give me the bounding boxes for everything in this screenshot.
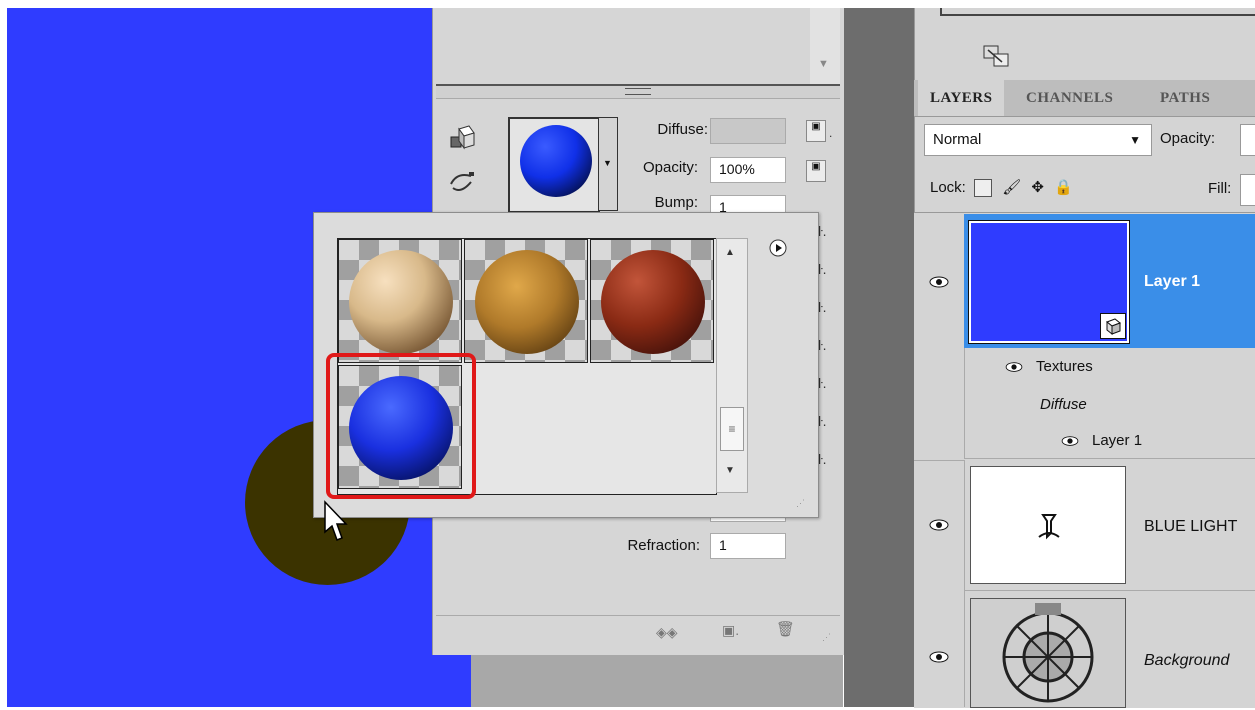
wood-bark-sphere	[475, 250, 579, 354]
scroll-thumb[interactable]: ≡	[720, 407, 744, 451]
collapse-panel-icon[interactable]	[980, 42, 1014, 72]
resize-grip-icon[interactable]	[625, 88, 651, 95]
material-preset-wood-bark[interactable]	[464, 239, 588, 363]
lock-label: Lock:	[930, 179, 966, 196]
diffuse-color-swatch[interactable]	[710, 118, 786, 144]
3d-layer-badge-icon	[1100, 313, 1126, 339]
new-material-icon[interactable]: ▣.	[722, 622, 739, 639]
picker-menu-button[interactable]	[768, 238, 792, 262]
canvas-pasteboard	[471, 655, 843, 707]
tab-channels[interactable]: CHANNELS	[1014, 80, 1125, 116]
layer-visibility-cell	[914, 460, 965, 591]
lock-controls: Lock: 🖌 ✥ 🔒	[930, 178, 1073, 198]
beige-marble-sphere	[349, 250, 453, 354]
fill-label: Fill:	[1208, 180, 1232, 197]
lock-position-move-icon[interactable]: ✥	[1031, 179, 1044, 196]
fill-field[interactable]	[1240, 174, 1255, 206]
refraction-label: Refraction:	[627, 537, 700, 554]
background-thumbnail[interactable]	[970, 598, 1126, 708]
eye-icon[interactable]	[928, 274, 950, 290]
background-layer-name[interactable]: Background	[1144, 652, 1229, 670]
panel-gutter	[844, 8, 914, 707]
picker-resize-grip-icon[interactable]: ⋰	[796, 498, 805, 509]
layer-opacity-field[interactable]	[1240, 124, 1255, 156]
eye-icon[interactable]	[928, 517, 950, 533]
textures-eye-icon[interactable]	[1004, 360, 1024, 374]
texture-layer-eye-icon[interactable]	[1060, 434, 1080, 448]
opacity-texture-icon[interactable]: ▣	[806, 160, 826, 182]
scroll-down-arrow-icon[interactable]: ▼	[818, 58, 829, 70]
navigator-preview	[940, 8, 1255, 16]
eye-icon[interactable]	[928, 649, 950, 665]
material-drop-tool-icon[interactable]	[446, 122, 478, 154]
tree-divider	[964, 348, 965, 458]
panel-scrollbar[interactable]	[810, 8, 840, 84]
diffuse-texture-label[interactable]: Diffuse	[1040, 396, 1087, 413]
opacity-field[interactable]: 100%	[710, 157, 786, 183]
toggle-visibility-icon[interactable]: ◈◈	[656, 624, 678, 641]
bump-label: Bump:	[654, 194, 698, 211]
tab-paths[interactable]: PATHS	[1148, 80, 1222, 116]
material-preset-beige-marble[interactable]	[338, 239, 462, 363]
layers-tab-bar: LAYERS CHANNELS PATHS	[914, 80, 1255, 117]
lock-pixels-brush-icon[interactable]: 🖌	[1002, 179, 1021, 196]
panel-resize-grip-icon[interactable]: ⋰	[822, 632, 831, 643]
layer-visibility-cell	[914, 591, 965, 707]
lock-transparency-icon[interactable]	[974, 179, 993, 198]
chevron-down-icon: ▼	[1129, 133, 1141, 147]
light-icon	[1038, 514, 1060, 540]
blue-light-thumbnail[interactable]	[970, 466, 1126, 584]
blend-mode-value: Normal	[933, 131, 982, 148]
scroll-down-arrow-icon[interactable]: ▼	[725, 465, 735, 476]
layer-1-name[interactable]: Layer 1	[1144, 273, 1200, 291]
selection-highlight-annotation	[326, 353, 476, 499]
texture-menu-icons[interactable]: ŀ. ŀ. ŀ. ŀ. ŀ. ŀ. ŀ.	[818, 212, 838, 478]
layer-opacity-label: Opacity:	[1160, 130, 1216, 147]
rust-red-sphere	[601, 250, 705, 354]
refraction-field[interactable]: 1	[710, 533, 786, 559]
diffuse-label: Diffuse:	[657, 121, 708, 138]
test-pattern-image	[971, 599, 1125, 707]
material-preset-rust-red[interactable]	[590, 239, 714, 363]
textures-label[interactable]: Textures	[1036, 358, 1093, 375]
material-picker-thumbnail[interactable]	[508, 117, 600, 213]
current-material-sphere	[520, 125, 592, 197]
bump-field[interactable]: 1	[710, 195, 786, 215]
layer-visibility-cell	[914, 214, 965, 348]
tab-layers[interactable]: LAYERS	[918, 80, 1005, 116]
material-select-tool-icon[interactable]	[446, 165, 478, 197]
blue-light-name[interactable]: BLUE LIGHT	[1144, 518, 1237, 536]
diffuse-menu-caret-icon[interactable]: .	[829, 126, 832, 140]
flyout-menu-icon	[769, 239, 787, 257]
mouse-pointer-icon	[323, 500, 349, 547]
scroll-up-arrow-icon[interactable]: ▲	[725, 247, 735, 258]
trash-icon[interactable]: 🗑	[776, 620, 795, 638]
opacity-label: Opacity:	[642, 159, 698, 176]
texture-layer-name[interactable]: Layer 1	[1092, 432, 1142, 449]
preset-scrollbar[interactable]: ▲ ≡ ▼	[716, 238, 748, 493]
blend-mode-select[interactable]: Normal ▼	[924, 124, 1152, 156]
diffuse-texture-icon[interactable]: ▣	[806, 120, 826, 142]
lock-all-icon[interactable]: 🔒	[1054, 179, 1073, 196]
